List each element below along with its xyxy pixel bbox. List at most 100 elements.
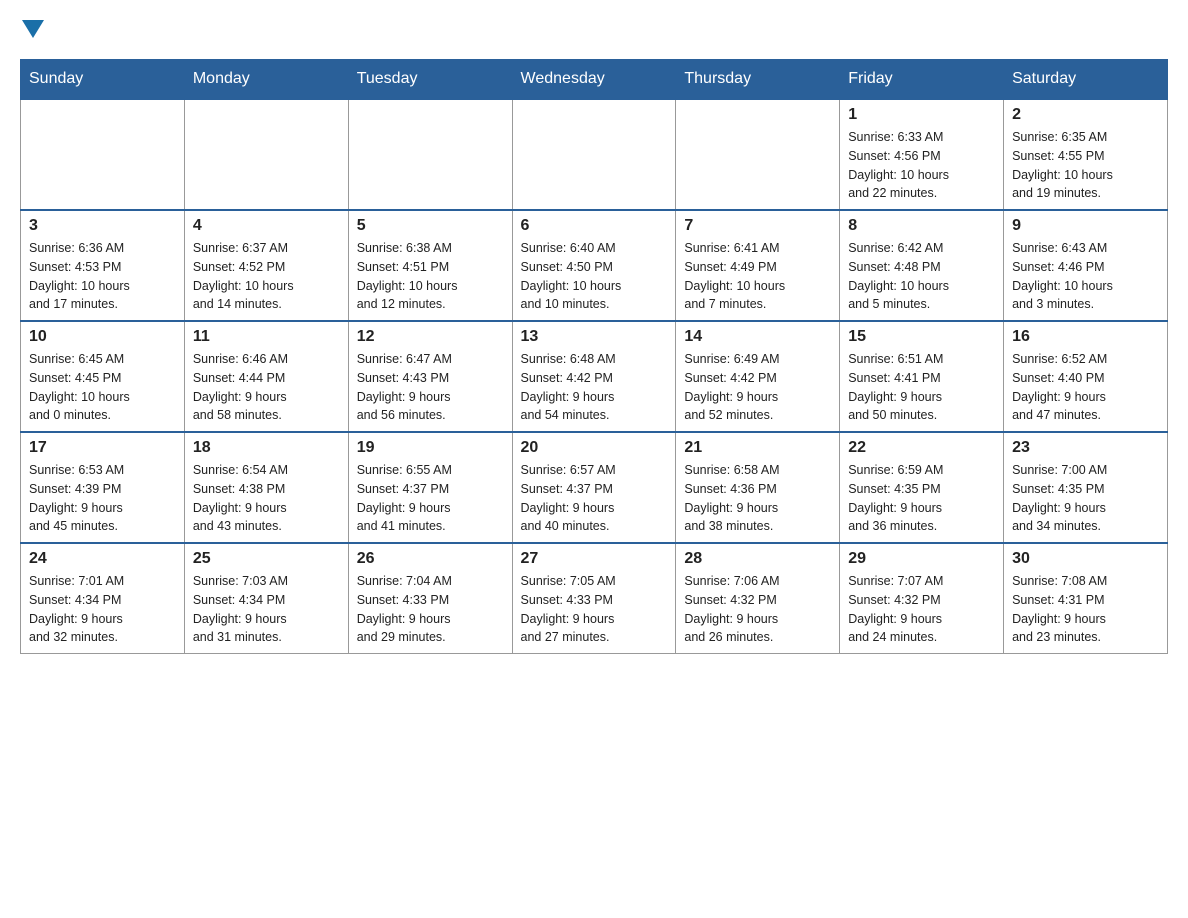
day-number: 7 — [684, 217, 831, 235]
calendar-cell: 18 Sunrise: 6:54 AM Sunset: 4:38 PM Dayli… — [184, 432, 348, 543]
calendar-cell: 2Sunrise: 6:35 AM Sunset: 4:55 PM Daylig… — [1004, 99, 1168, 210]
day-info: Sunrise: 7:05 AM Sunset: 4:33 PM Dayligh… — [521, 572, 668, 647]
day-info: Sunrise: 6:38 AM Sunset: 4:51 PM Dayligh… — [357, 239, 504, 314]
day-number: 13 — [521, 328, 668, 346]
calendar-cell — [348, 99, 512, 210]
calendar-week-4: 17 Sunrise: 6:53 AM Sunset: 4:39 PM Dayli… — [21, 432, 1168, 543]
day-number: 28 — [684, 550, 831, 568]
day-number: 25 — [193, 550, 340, 568]
day-info: Sunrise: 6:51 AM Sunset: 4:41 PM Dayligh… — [848, 350, 995, 425]
day-info: Sunrise: 6:33 AM Sunset: 4:56 PM Dayligh… — [848, 128, 995, 203]
calendar-cell: 5 Sunrise: 6:38 AM Sunset: 4:51 PM Daylig… — [348, 210, 512, 321]
day-info: Sunrise: 6:43 AM Sunset: 4:46 PM Dayligh… — [1012, 239, 1159, 314]
calendar-cell: 8 Sunrise: 6:42 AM Sunset: 4:48 PM Daylig… — [840, 210, 1004, 321]
calendar-cell: 14Sunrise: 6:49 AM Sunset: 4:42 PM Dayli… — [676, 321, 840, 432]
day-info: Sunrise: 6:57 AM Sunset: 4:37 PM Dayligh… — [521, 461, 668, 536]
calendar-cell: 3 Sunrise: 6:36 AM Sunset: 4:53 PM Daylig… — [21, 210, 185, 321]
day-number: 24 — [29, 550, 176, 568]
calendar-cell: 10Sunrise: 6:45 AM Sunset: 4:45 PM Dayli… — [21, 321, 185, 432]
calendar-cell — [184, 99, 348, 210]
day-info: Sunrise: 6:37 AM Sunset: 4:52 PM Dayligh… — [193, 239, 340, 314]
day-info: Sunrise: 7:06 AM Sunset: 4:32 PM Dayligh… — [684, 572, 831, 647]
day-info: Sunrise: 6:53 AM Sunset: 4:39 PM Dayligh… — [29, 461, 176, 536]
calendar-cell: 12 Sunrise: 6:47 AM Sunset: 4:43 PM Dayli… — [348, 321, 512, 432]
calendar-cell: 21Sunrise: 6:58 AM Sunset: 4:36 PM Dayli… — [676, 432, 840, 543]
weekday-header-tuesday: Tuesday — [348, 60, 512, 100]
calendar-cell: 30 Sunrise: 7:08 AM Sunset: 4:31 PM Dayli… — [1004, 543, 1168, 654]
day-number: 8 — [848, 217, 995, 235]
day-number: 26 — [357, 550, 504, 568]
calendar-cell: 6 Sunrise: 6:40 AM Sunset: 4:50 PM Daylig… — [512, 210, 676, 321]
day-number: 29 — [848, 550, 995, 568]
day-number: 4 — [193, 217, 340, 235]
day-number: 17 — [29, 439, 176, 457]
day-number: 11 — [193, 328, 340, 346]
calendar-cell: 1 Sunrise: 6:33 AM Sunset: 4:56 PM Daylig… — [840, 99, 1004, 210]
calendar-cell: 25 Sunrise: 7:03 AM Sunset: 4:34 PM Dayli… — [184, 543, 348, 654]
logo-arrow-icon — [22, 20, 44, 43]
day-info: Sunrise: 6:55 AM Sunset: 4:37 PM Dayligh… — [357, 461, 504, 536]
day-number: 18 — [193, 439, 340, 457]
calendar-cell: 9 Sunrise: 6:43 AM Sunset: 4:46 PM Daylig… — [1004, 210, 1168, 321]
calendar-cell: 19 Sunrise: 6:55 AM Sunset: 4:37 PM Dayli… — [348, 432, 512, 543]
day-number: 9 — [1012, 217, 1159, 235]
day-info: Sunrise: 7:00 AM Sunset: 4:35 PM Dayligh… — [1012, 461, 1159, 536]
day-number: 23 — [1012, 439, 1159, 457]
logo — [20, 20, 44, 39]
day-info: Sunrise: 7:03 AM Sunset: 4:34 PM Dayligh… — [193, 572, 340, 647]
day-number: 16 — [1012, 328, 1159, 346]
calendar-cell: 28 Sunrise: 7:06 AM Sunset: 4:32 PM Dayli… — [676, 543, 840, 654]
day-number: 1 — [848, 106, 995, 124]
weekday-header-wednesday: Wednesday — [512, 60, 676, 100]
day-number: 19 — [357, 439, 504, 457]
calendar-cell: 23 Sunrise: 7:00 AM Sunset: 4:35 PM Dayli… — [1004, 432, 1168, 543]
page-header — [20, 20, 1168, 39]
calendar-cell: 26Sunrise: 7:04 AM Sunset: 4:33 PM Dayli… — [348, 543, 512, 654]
day-info: Sunrise: 6:59 AM Sunset: 4:35 PM Dayligh… — [848, 461, 995, 536]
day-info: Sunrise: 6:41 AM Sunset: 4:49 PM Dayligh… — [684, 239, 831, 314]
calendar-cell: 29Sunrise: 7:07 AM Sunset: 4:32 PM Dayli… — [840, 543, 1004, 654]
day-info: Sunrise: 6:36 AM Sunset: 4:53 PM Dayligh… — [29, 239, 176, 314]
calendar-week-3: 10Sunrise: 6:45 AM Sunset: 4:45 PM Dayli… — [21, 321, 1168, 432]
calendar-cell — [512, 99, 676, 210]
calendar-cell: 22 Sunrise: 6:59 AM Sunset: 4:35 PM Dayli… — [840, 432, 1004, 543]
day-info: Sunrise: 6:58 AM Sunset: 4:36 PM Dayligh… — [684, 461, 831, 536]
calendar-cell: 17 Sunrise: 6:53 AM Sunset: 4:39 PM Dayli… — [21, 432, 185, 543]
calendar-cell — [21, 99, 185, 210]
day-info: Sunrise: 7:08 AM Sunset: 4:31 PM Dayligh… — [1012, 572, 1159, 647]
day-number: 12 — [357, 328, 504, 346]
calendar-cell: 7 Sunrise: 6:41 AM Sunset: 4:49 PM Daylig… — [676, 210, 840, 321]
day-info: Sunrise: 6:42 AM Sunset: 4:48 PM Dayligh… — [848, 239, 995, 314]
calendar-cell: 16 Sunrise: 6:52 AM Sunset: 4:40 PM Dayli… — [1004, 321, 1168, 432]
weekday-header-thursday: Thursday — [676, 60, 840, 100]
calendar-table: SundayMondayTuesdayWednesdayThursdayFrid… — [20, 59, 1168, 654]
calendar-cell: 4 Sunrise: 6:37 AM Sunset: 4:52 PM Daylig… — [184, 210, 348, 321]
day-info: Sunrise: 7:01 AM Sunset: 4:34 PM Dayligh… — [29, 572, 176, 647]
day-info: Sunrise: 6:46 AM Sunset: 4:44 PM Dayligh… — [193, 350, 340, 425]
day-number: 20 — [521, 439, 668, 457]
day-info: Sunrise: 6:45 AM Sunset: 4:45 PM Dayligh… — [29, 350, 176, 425]
day-number: 5 — [357, 217, 504, 235]
calendar-cell — [676, 99, 840, 210]
day-info: Sunrise: 6:52 AM Sunset: 4:40 PM Dayligh… — [1012, 350, 1159, 425]
day-number: 22 — [848, 439, 995, 457]
day-number: 3 — [29, 217, 176, 235]
day-number: 27 — [521, 550, 668, 568]
weekday-header-friday: Friday — [840, 60, 1004, 100]
day-number: 15 — [848, 328, 995, 346]
calendar-cell: 11 Sunrise: 6:46 AM Sunset: 4:44 PM Dayli… — [184, 321, 348, 432]
calendar-cell: 13Sunrise: 6:48 AM Sunset: 4:42 PM Dayli… — [512, 321, 676, 432]
calendar-header-row: SundayMondayTuesdayWednesdayThursdayFrid… — [21, 60, 1168, 100]
day-info: Sunrise: 6:47 AM Sunset: 4:43 PM Dayligh… — [357, 350, 504, 425]
day-info: Sunrise: 6:54 AM Sunset: 4:38 PM Dayligh… — [193, 461, 340, 536]
day-number: 2 — [1012, 106, 1159, 124]
calendar-cell: 15 Sunrise: 6:51 AM Sunset: 4:41 PM Dayli… — [840, 321, 1004, 432]
day-number: 14 — [684, 328, 831, 346]
day-number: 30 — [1012, 550, 1159, 568]
day-number: 6 — [521, 217, 668, 235]
day-info: Sunrise: 6:40 AM Sunset: 4:50 PM Dayligh… — [521, 239, 668, 314]
calendar-cell: 27 Sunrise: 7:05 AM Sunset: 4:33 PM Dayli… — [512, 543, 676, 654]
calendar-week-1: 1 Sunrise: 6:33 AM Sunset: 4:56 PM Daylig… — [21, 99, 1168, 210]
weekday-header-monday: Monday — [184, 60, 348, 100]
weekday-header-sunday: Sunday — [21, 60, 185, 100]
